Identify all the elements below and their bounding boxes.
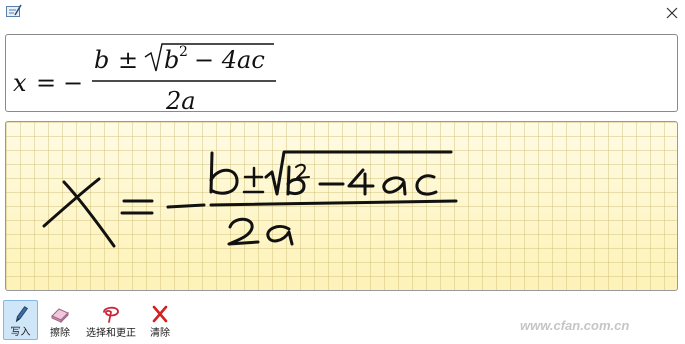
eraser-icon xyxy=(51,308,69,324)
clear-tool-button[interactable]: 清除 xyxy=(144,300,176,340)
select-correct-tool-button[interactable]: 选择和更正 xyxy=(82,300,140,340)
erase-tool-label: 擦除 xyxy=(50,328,70,339)
clear-tool-label: 清除 xyxy=(150,328,170,339)
ink-equals xyxy=(120,199,154,215)
handwriting-pad[interactable] xyxy=(5,121,678,291)
erase-tool-button[interactable]: 擦除 xyxy=(42,300,78,340)
close-button[interactable] xyxy=(660,2,684,24)
ink-letter-a xyxy=(382,176,407,196)
ink-radicand-b xyxy=(286,165,306,196)
ink-denominator xyxy=(227,217,294,246)
preview-radicand-exponent: 2 xyxy=(179,44,188,60)
preview-denominator: 2a xyxy=(165,87,196,113)
ink-four xyxy=(347,168,375,196)
preview-minus: − xyxy=(63,69,83,97)
lasso-icon xyxy=(103,306,119,323)
preview-radicand-rest: − 4ac xyxy=(194,46,265,74)
ink-numerator-b xyxy=(209,151,239,195)
ink-x xyxy=(42,177,116,248)
formula-preview[interactable]: x = − b ± b 2 − 4ac 2a xyxy=(5,34,678,113)
close-icon xyxy=(666,7,678,19)
ink-letter-c xyxy=(415,174,438,196)
select-correct-tool-label: 选择和更正 xyxy=(86,328,136,339)
ink-plus-minus xyxy=(242,166,265,194)
ink-radicand-exponent xyxy=(295,163,310,179)
write-tool-button[interactable]: 写入 xyxy=(3,300,38,340)
watermark: www.cfan.com.cn xyxy=(520,318,630,333)
math-input-icon xyxy=(6,4,22,18)
ink-fraction-bar xyxy=(209,199,458,207)
ink-minus xyxy=(166,203,206,209)
preview-numerator-b: b xyxy=(94,46,109,74)
preview-radicand-b: b xyxy=(164,46,179,74)
pen-icon xyxy=(15,306,28,323)
ink-toolbar: 写入 擦除 选择和更正 清除 xyxy=(3,300,176,342)
preview-lhs: x xyxy=(13,69,27,97)
preview-equals: = xyxy=(36,69,56,97)
preview-plus-minus: ± xyxy=(118,46,138,74)
write-tool-label: 写入 xyxy=(10,327,31,338)
red-x-icon xyxy=(152,305,168,323)
